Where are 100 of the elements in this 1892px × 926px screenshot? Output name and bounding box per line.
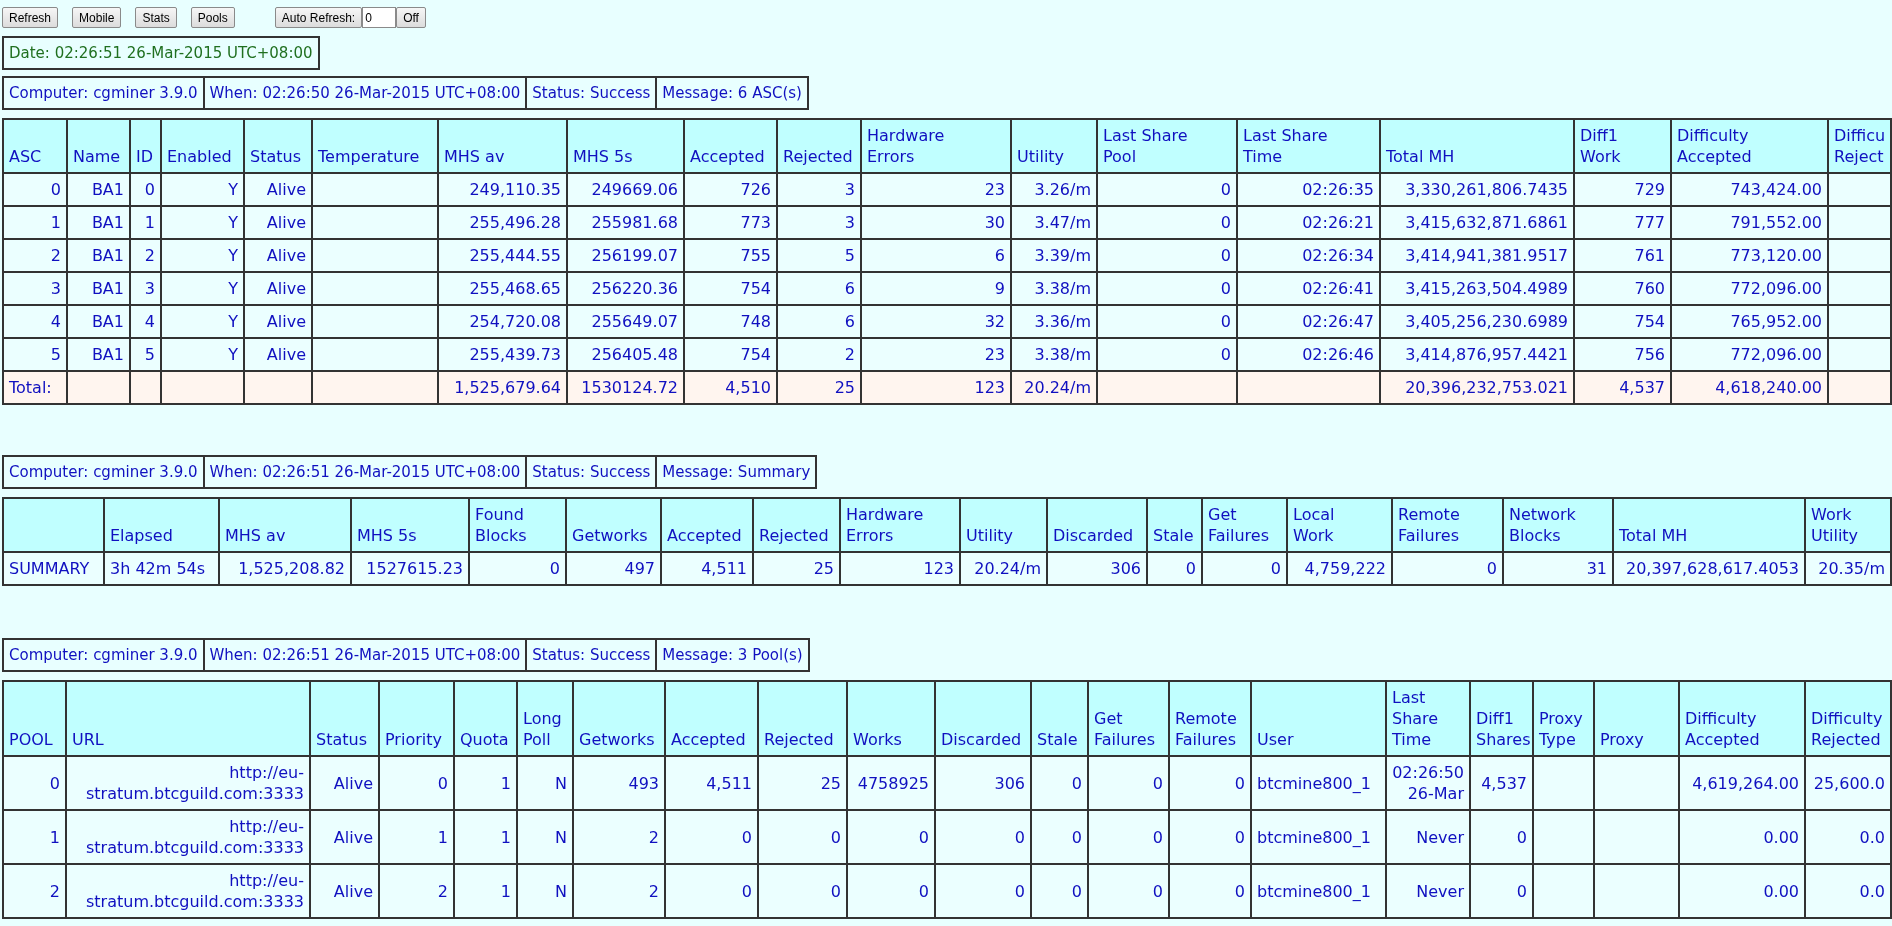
table-cell: 0: [847, 810, 935, 864]
table-cell: Never: [1386, 810, 1470, 864]
table-cell: 23: [861, 173, 1011, 206]
table-cell: 3,415,263,504.4989: [1380, 272, 1574, 305]
table-cell: 773: [684, 206, 777, 239]
table-cell: 0: [379, 756, 454, 810]
table-cell: 1: [454, 864, 517, 918]
table-cell: N: [517, 864, 573, 918]
table-cell: 777: [1574, 206, 1671, 239]
table-cell: 0: [1031, 810, 1088, 864]
table-cell: 493: [573, 756, 665, 810]
table-cell: N: [517, 756, 573, 810]
table-cell: 760: [1574, 272, 1671, 305]
table-cell: BA1: [67, 338, 130, 371]
off-button[interactable]: Off: [396, 7, 426, 28]
table-cell: 23: [861, 338, 1011, 371]
table-cell: 3,405,256,230.6989: [1380, 305, 1574, 338]
table-cell: 0: [3, 756, 66, 810]
table-cell: 0: [1169, 864, 1251, 918]
auto-refresh-field[interactable]: 0: [362, 7, 397, 28]
column-header: Accepted: [665, 681, 758, 756]
toolbar-button[interactable]: Mobile: [72, 7, 122, 28]
column-header: Diff1 Shares: [1470, 681, 1533, 756]
total-cell: Total:: [3, 371, 67, 404]
total-cell: 1530124.72: [567, 371, 684, 404]
column-header: MHS av: [438, 119, 567, 173]
column-header: Found Blocks: [469, 498, 566, 552]
table-cell: 3,414,941,381.9517: [1380, 239, 1574, 272]
table-cell: 0.00: [1679, 810, 1805, 864]
table-cell: 255,468.65: [438, 272, 567, 305]
table-cell: btcmine800_1: [1251, 756, 1386, 810]
table-cell: Alive: [244, 173, 312, 206]
table-cell: 1,525,208.82: [219, 552, 351, 585]
table-cell: Y: [161, 305, 244, 338]
table-cell: btcmine800_1: [1251, 810, 1386, 864]
table-cell: 3,414,876,957.4421: [1380, 338, 1574, 371]
table-cell: 20.35/m: [1805, 552, 1891, 585]
table-cell: http://eu-stratum.btcguild.com:3333: [66, 864, 310, 918]
column-header: Difficu Reject: [1828, 119, 1891, 173]
table-cell: Never: [1386, 864, 1470, 918]
table-cell: 497: [566, 552, 661, 585]
toolbar-button[interactable]: Pools: [190, 7, 235, 28]
table-cell: 5: [3, 338, 67, 371]
auto-refresh-button[interactable]: Auto Refresh:: [274, 7, 363, 28]
table-cell: 2: [3, 864, 66, 918]
table-cell: 3.47/m: [1011, 206, 1097, 239]
table-cell: 2: [379, 864, 454, 918]
total-cell: 4,537: [1574, 371, 1671, 404]
column-header: Difficulty Accepted: [1679, 681, 1805, 756]
column-header: MHS av: [219, 498, 351, 552]
column-header: Enabled: [161, 119, 244, 173]
table-cell: 02:26:50 26-Mar: [1386, 756, 1470, 810]
table-cell: 0: [935, 864, 1031, 918]
table-cell: 255,444.55: [438, 239, 567, 272]
table-cell: 755: [684, 239, 777, 272]
table-cell: 02:26:21: [1237, 206, 1380, 239]
table-cell: 761: [1574, 239, 1671, 272]
table-cell: 1: [3, 206, 67, 239]
table-cell: 3: [3, 272, 67, 305]
column-header: User: [1251, 681, 1386, 756]
table-cell: 32: [861, 305, 1011, 338]
column-header: POOL: [3, 681, 66, 756]
column-header: ID: [130, 119, 161, 173]
table-cell: 1: [379, 810, 454, 864]
table-cell: 02:26:35: [1237, 173, 1380, 206]
column-header: Long Poll: [517, 681, 573, 756]
table-cell: 772,096.00: [1671, 338, 1828, 371]
table-cell: 0.0: [1805, 810, 1891, 864]
column-header: Utility: [1011, 119, 1097, 173]
table-cell: 0: [1088, 810, 1169, 864]
toolbar-button[interactable]: Stats: [135, 7, 177, 28]
column-header: Accepted: [661, 498, 753, 552]
table-cell: 3,330,261,806.7435: [1380, 173, 1574, 206]
total-cell: 1,525,679.64: [438, 371, 567, 404]
table-cell: 3.39/m: [1011, 239, 1097, 272]
info-cell: Message: Summary: [656, 456, 817, 488]
info-cell: Computer: cgminer 3.9.0: [3, 639, 204, 671]
column-header: Priority: [379, 681, 454, 756]
table-cell: 1: [454, 756, 517, 810]
column-header: Discarded: [1047, 498, 1147, 552]
column-header: Get Failures: [1202, 498, 1287, 552]
table-cell: 249,110.35: [438, 173, 567, 206]
table-cell: 30: [861, 206, 1011, 239]
toolbar-button[interactable]: Refresh: [2, 7, 59, 28]
table-cell: 6: [777, 272, 861, 305]
column-header: Getworks: [566, 498, 661, 552]
table-cell: 729: [1574, 173, 1671, 206]
table-cell: Alive: [310, 810, 379, 864]
table-cell: BA1: [67, 272, 130, 305]
column-header: Hardware Errors: [840, 498, 960, 552]
table-cell: Y: [161, 206, 244, 239]
table-cell: BA1: [67, 206, 130, 239]
table-cell: 0: [1088, 864, 1169, 918]
table-cell: 1527615.23: [351, 552, 469, 585]
column-header: Status: [310, 681, 379, 756]
column-header: Stale: [1147, 498, 1202, 552]
column-header: Utility: [960, 498, 1047, 552]
column-header: Stale: [1031, 681, 1088, 756]
total-cell: 123: [861, 371, 1011, 404]
table-cell: 0: [1202, 552, 1287, 585]
